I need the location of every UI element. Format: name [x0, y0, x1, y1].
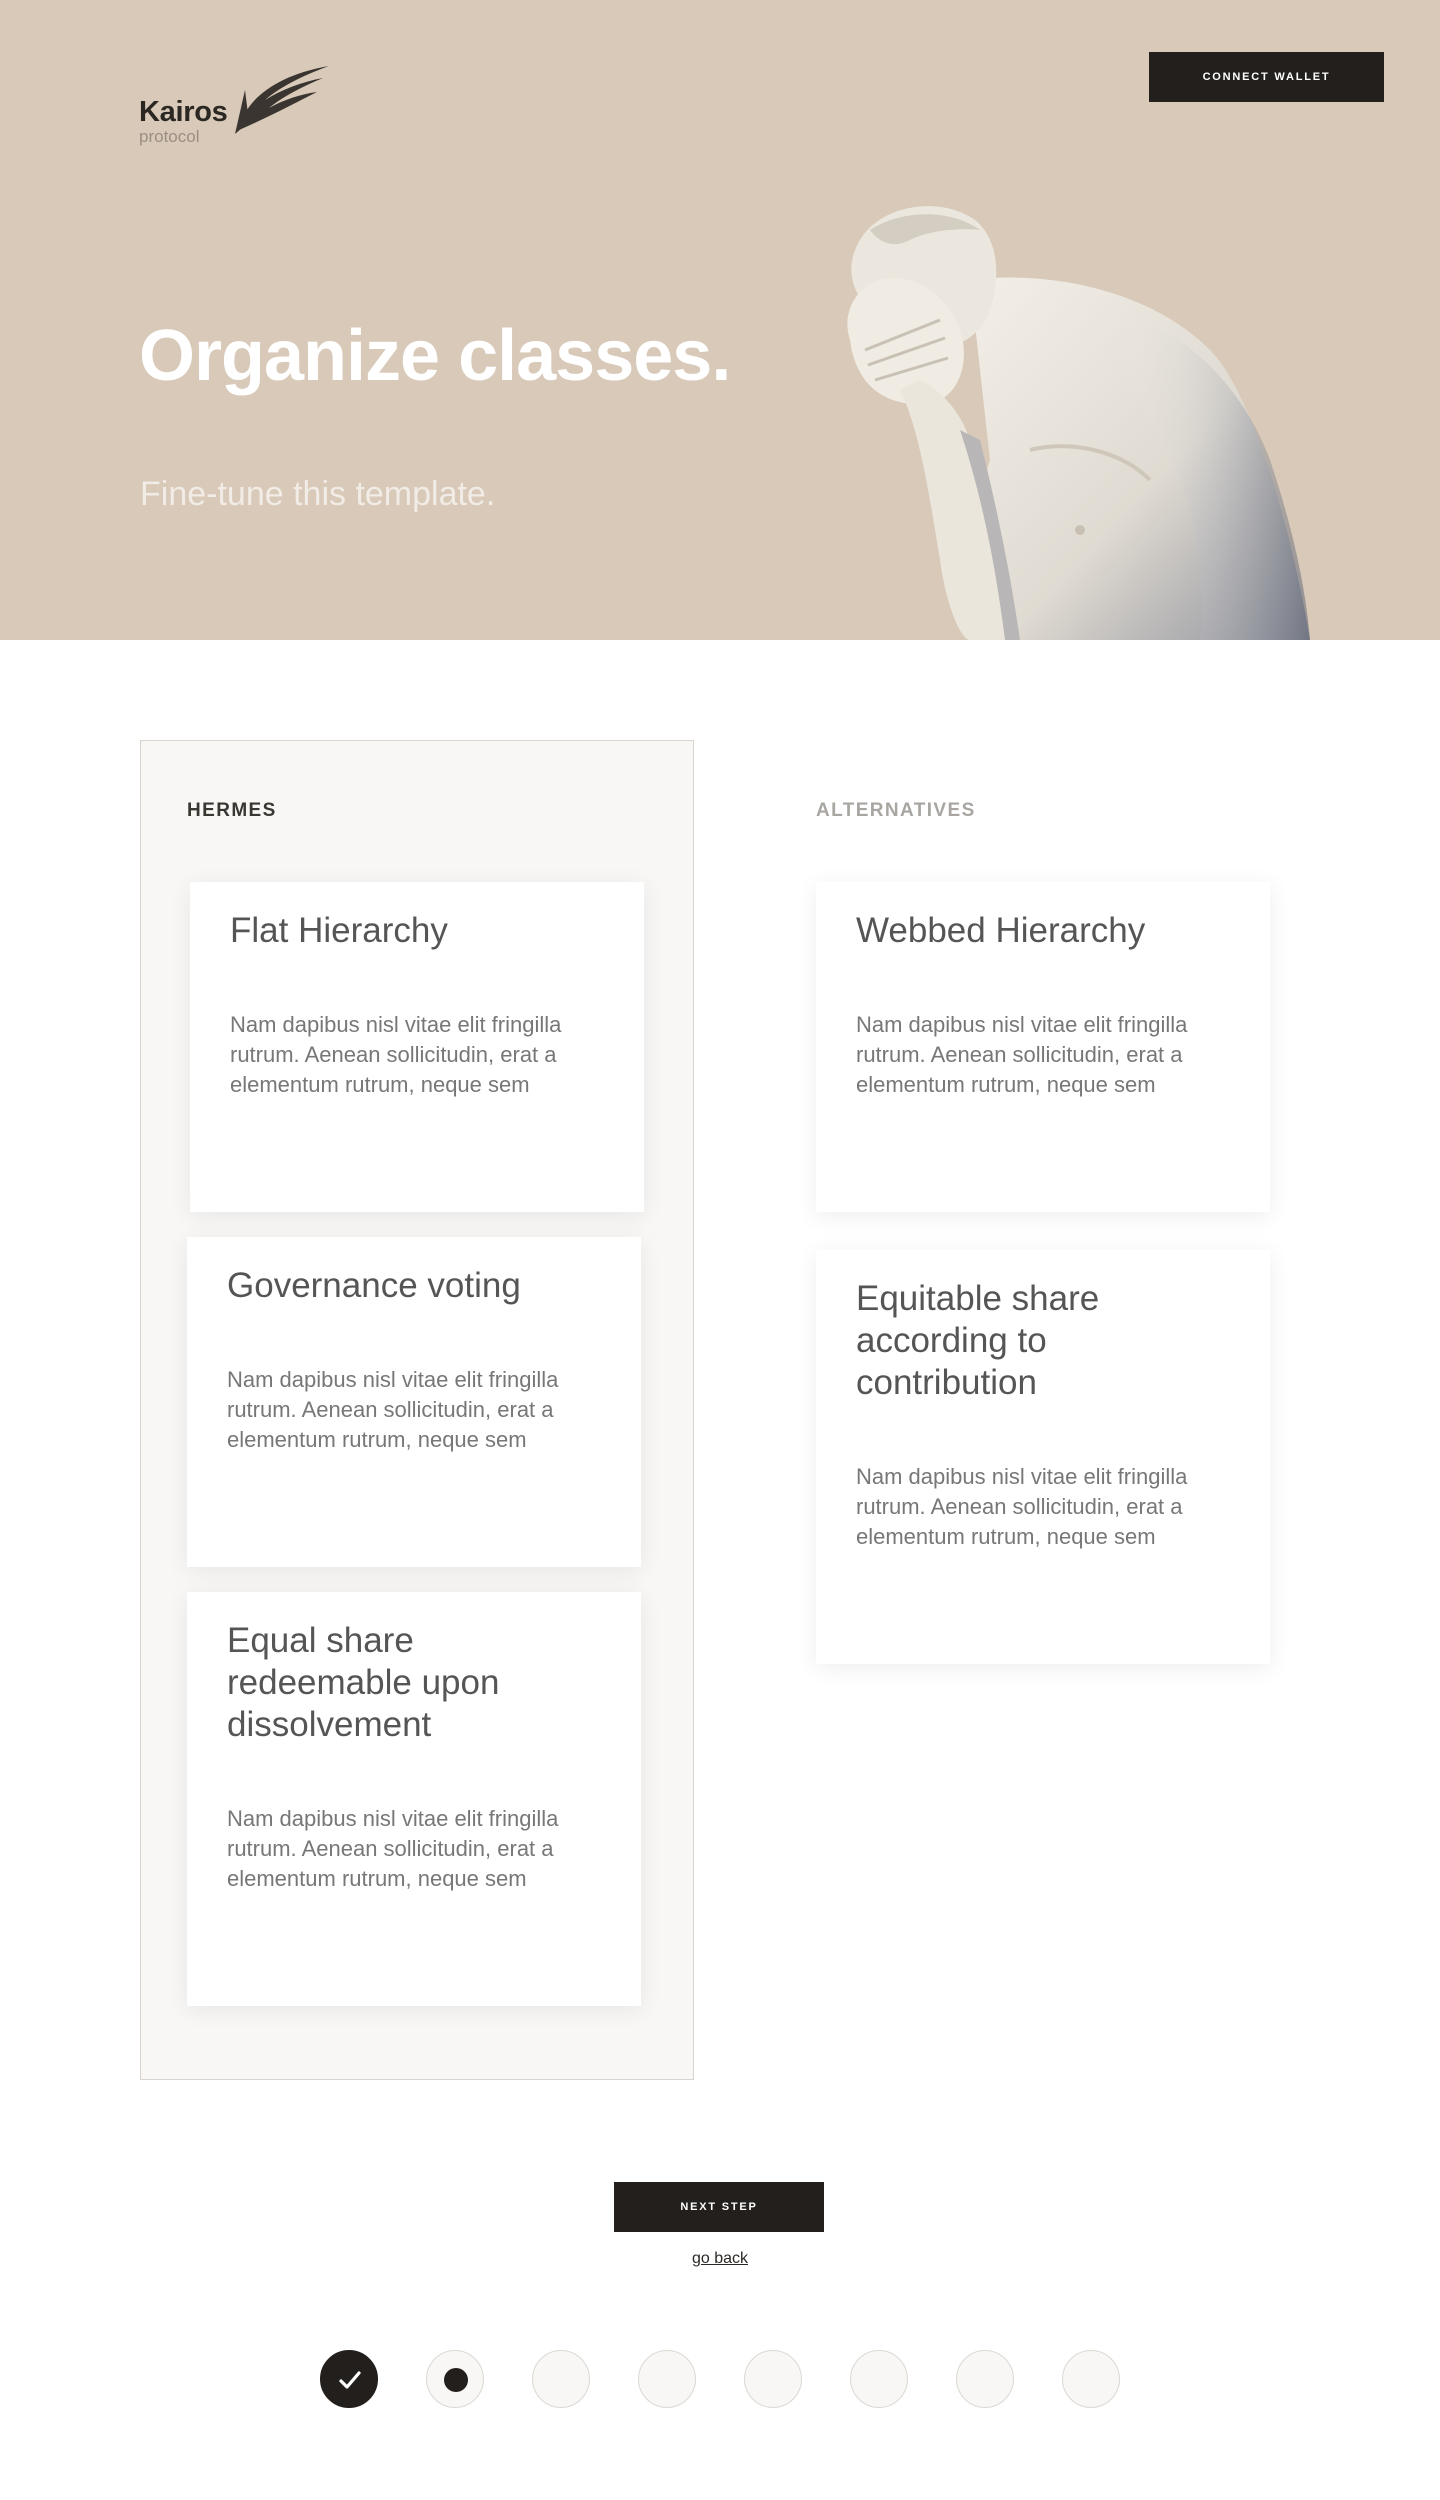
card-title: Equal share redeemable upon dissolvement: [227, 1621, 500, 1744]
logo-name: Kairos: [139, 96, 228, 128]
option-card-flat-hierarchy[interactable]: Flat Hierarchy Nam dapibus nisl vitae el…: [190, 882, 644, 1212]
checkmark-icon: [339, 2371, 361, 2389]
hero-banner: Kairos protocol CONNECT WALLET Organize …: [0, 0, 1440, 640]
step-2-current[interactable]: [426, 2350, 484, 2408]
current-step-dot: [444, 2368, 468, 2392]
step-8[interactable]: [1062, 2350, 1120, 2408]
card-body: Nam dapibus nisl vitae elit fringilla ru…: [856, 1012, 1188, 1097]
card-body: Nam dapibus nisl vitae elit fringilla ru…: [230, 1012, 562, 1097]
step-5[interactable]: [744, 2350, 802, 2408]
step-indicator: [320, 2350, 1120, 2410]
option-card-equitable-share[interactable]: Equitable share according to contributio…: [816, 1250, 1270, 1664]
option-card-equal-share[interactable]: Equal share redeemable upon dissolvement…: [187, 1592, 641, 2006]
card-title: Flat Hierarchy: [230, 911, 448, 950]
statue-image: [847, 206, 1310, 640]
option-card-governance-voting[interactable]: Governance voting Nam dapibus nisl vitae…: [187, 1237, 641, 1567]
card-body: Nam dapibus nisl vitae elit fringilla ru…: [227, 1806, 559, 1891]
card-title: Webbed Hierarchy: [856, 911, 1146, 950]
option-card-webbed-hierarchy[interactable]: Webbed Hierarchy Nam dapibus nisl vitae …: [816, 882, 1270, 1212]
kairos-logo[interactable]: Kairos protocol: [139, 64, 339, 154]
go-back-link[interactable]: go back: [620, 2250, 820, 2268]
logo-subtitle: protocol: [139, 127, 200, 146]
step-7[interactable]: [956, 2350, 1014, 2408]
card-body: Nam dapibus nisl vitae elit fringilla ru…: [227, 1367, 559, 1452]
step-1-completed[interactable]: [320, 2350, 378, 2408]
selected-model-label: HERMES: [187, 800, 277, 821]
step-3[interactable]: [532, 2350, 590, 2408]
connect-wallet-button[interactable]: CONNECT WALLET: [1149, 52, 1384, 102]
step-6[interactable]: [850, 2350, 908, 2408]
page-title: Organize classes.: [139, 316, 731, 396]
card-title: Governance voting: [227, 1266, 521, 1305]
next-step-button[interactable]: NEXT STEP: [614, 2182, 824, 2232]
alternatives-label: ALTERNATIVES: [816, 800, 976, 821]
wing-icon: [235, 66, 329, 134]
page-subtitle: Fine-tune this template.: [140, 475, 496, 513]
step-4[interactable]: [638, 2350, 696, 2408]
card-body: Nam dapibus nisl vitae elit fringilla ru…: [856, 1464, 1188, 1549]
card-title: Equitable share according to contributio…: [856, 1279, 1100, 1402]
